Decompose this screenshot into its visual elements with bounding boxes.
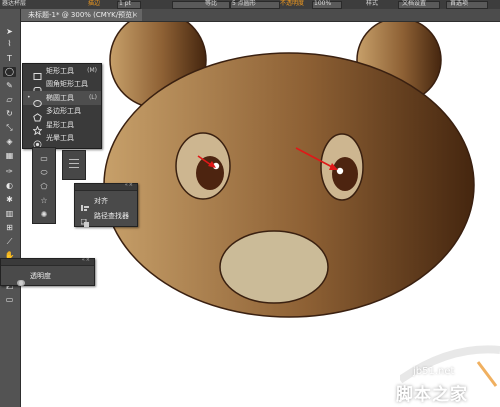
stroke-weight-value: 1 pt: [119, 0, 131, 7]
flare-icon: [33, 134, 42, 149]
flare-small-icon[interactable]: ✺: [38, 210, 50, 219]
document-tab-bar: 未标题-1* @ 300% (CMYK/预览) ×: [20, 9, 500, 22]
mesh-tool-icon[interactable]: ▦: [3, 151, 16, 161]
document-tab[interactable]: 未标题-1* @ 300% (CMYK/预览) ×: [20, 9, 142, 21]
slice-tool-icon[interactable]: ⟋: [3, 237, 16, 247]
brush-label: 5 点圆形: [232, 0, 256, 7]
flyout-item-polygon[interactable]: 多边形工具: [23, 105, 101, 122]
variable-width-dropdown[interactable]: [172, 1, 230, 9]
selected-dot-icon: •: [27, 94, 31, 102]
flyout-label: 光晕工具: [46, 134, 74, 143]
variable-width-label: 等比: [205, 0, 218, 7]
pencil-tool-icon[interactable]: ✎: [3, 81, 16, 91]
close-icon[interactable]: ×: [132, 9, 138, 21]
panel-header[interactable]: «×: [75, 182, 137, 191]
illustrator-window: 器达杯层 描边 1 pt 等比 5 点圆形 不透明度 100% 样式 文档设置 …: [0, 0, 500, 407]
tools-panel: ➤ ⌇ T ◯ ✎ ▱ ↻ ⤡ ◈ ▦ ✑ ◐ ✱ ▥ ⊞ ⟋ ✋ ⚲ ◩ ▭: [0, 9, 21, 407]
rectangle-icon: [33, 66, 42, 81]
align-pathfinder-panel: «× 对齐 路径查找器: [74, 182, 138, 227]
align-panel-item[interactable]: 对齐: [81, 196, 108, 211]
pathfinder-icon: [80, 212, 89, 227]
transparency-icon: [17, 272, 25, 286]
align-icon: [81, 197, 89, 211]
shape-tools-flyout: 矩形工具 (M) 圆角矩形工具 • 椭圆工具 (L) 多边形工具 星形工具 光晕…: [22, 63, 102, 149]
screen-mode-icon[interactable]: ▭: [3, 295, 16, 305]
type-tool-icon[interactable]: T: [3, 54, 16, 64]
flyout-label: 矩形工具: [46, 66, 74, 75]
graph-tool-icon[interactable]: ▥: [3, 209, 16, 219]
flyout-item-rounded-rectangle[interactable]: 圆角矩形工具: [23, 78, 101, 94]
transparency-panel-item[interactable]: 透明度: [17, 271, 51, 286]
rectangle-tool-icon[interactable]: ▭: [38, 154, 50, 163]
ellipse-icon: [33, 93, 42, 108]
polygon-small-icon[interactable]: ⬠: [38, 182, 50, 191]
control-stroke-label[interactable]: 描边: [88, 0, 100, 8]
flyout-label: 椭圆工具: [46, 93, 74, 102]
transparency-panel: «× 透明度: [0, 257, 95, 286]
bear-left-pupil[interactable]: [196, 156, 224, 190]
flyout-label: 多边形工具: [46, 107, 81, 116]
eraser-tool-icon[interactable]: ▱: [3, 95, 16, 105]
panel-header[interactable]: «×: [1, 257, 94, 266]
polygon-icon: [33, 107, 42, 122]
flyout-shortcut: (L): [88, 94, 97, 102]
star-small-icon[interactable]: ☆: [38, 196, 50, 205]
flyout-item-flare[interactable]: 光晕工具: [23, 132, 101, 149]
lasso-tool-icon[interactable]: ⌇: [3, 39, 16, 49]
opacity-value: 100%: [314, 0, 332, 7]
shape-builder-icon[interactable]: ◈: [3, 137, 16, 147]
star-icon: [32, 120, 43, 136]
selection-tool-icon[interactable]: ➤: [3, 27, 16, 37]
align-label: 对齐: [94, 197, 108, 205]
pathfinder-label: 路径查找器: [94, 212, 129, 220]
watermark-site: jb51.net: [413, 366, 455, 377]
transparency-label: 透明度: [30, 272, 51, 280]
scale-tool-icon[interactable]: ⤡: [3, 123, 16, 133]
ellipse-small-icon[interactable]: ⬭: [38, 168, 50, 177]
flyout-item-ellipse[interactable]: • 椭圆工具 (L): [23, 91, 101, 108]
flyout-item-rectangle[interactable]: 矩形工具 (M): [23, 64, 101, 81]
pathfinder-panel-item[interactable]: 路径查找器: [80, 211, 129, 227]
flyout-label: 圆角矩形工具: [46, 80, 88, 89]
watermark-brand: 脚本之家: [396, 385, 468, 405]
ellipse-tool-icon[interactable]: ◯: [3, 67, 16, 77]
rounded-rectangle-icon: [33, 80, 42, 94]
preferences-label: 首选项: [450, 0, 469, 7]
flyout-item-star[interactable]: 星形工具: [23, 118, 101, 136]
flyout-label: 星形工具: [46, 120, 74, 129]
opacity-label[interactable]: 不透明度: [280, 0, 304, 8]
eyedropper-tool-icon[interactable]: ✑: [3, 167, 16, 177]
document-tab-title: 未标题-1* @ 300% (CMYK/预览): [28, 11, 135, 19]
flyout-shortcut: (M): [87, 67, 97, 75]
bear-right-highlight: [336, 167, 344, 175]
bear-muzzle[interactable]: [219, 230, 329, 304]
symbol-sprayer-icon[interactable]: ✱: [3, 195, 16, 205]
style-label[interactable]: 样式: [366, 0, 378, 8]
stroke-panel-icon[interactable]: [62, 150, 86, 180]
artboard-tool-icon[interactable]: ⊞: [3, 223, 16, 233]
blend-tool-icon[interactable]: ◐: [3, 181, 16, 191]
rotate-tool-icon[interactable]: ↻: [3, 109, 16, 119]
control-fill-label: 器达杯层: [2, 0, 27, 7]
secondary-tools-column: ▭ ⬭ ⬠ ☆ ✺: [32, 147, 56, 224]
bear-right-pupil[interactable]: [332, 157, 358, 191]
bear-illustration[interactable]: [103, 11, 475, 318]
document-setup-label: 文档设置: [402, 0, 427, 7]
